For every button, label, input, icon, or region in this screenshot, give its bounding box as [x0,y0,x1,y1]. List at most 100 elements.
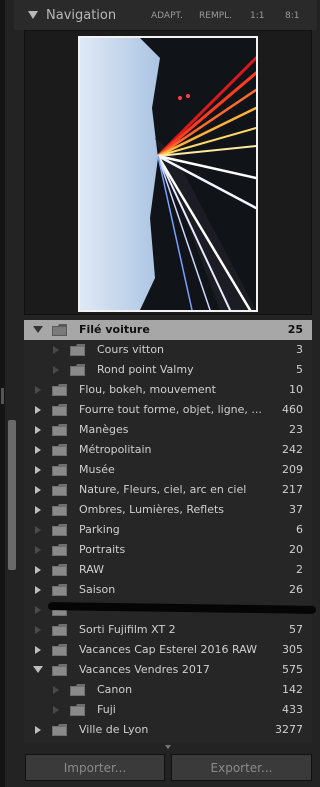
navigation-header[interactable]: Navigation ADAPT. REMPL. 1:1 8:1 [14,0,317,30]
photo-thumbnail[interactable] [78,36,258,312]
folder-name: RAW [79,563,104,576]
collapse-arrow-icon[interactable] [35,446,41,454]
folder-row[interactable]: Ville de Lyon 3277 [24,720,312,740]
folder-row[interactable]: Canon 142 [24,680,312,700]
zoom-fill-option[interactable]: REMPL. [199,11,232,21]
folder-count: 57 [289,623,303,636]
folder-count: 6 [296,523,303,536]
collapse-arrow-icon[interactable] [35,506,41,514]
folder-name: Flou, bokeh, mouvement [79,383,216,396]
folder-count: 242 [282,443,303,456]
collapse-triangle-icon[interactable] [28,11,38,19]
folder-name: Vacances Vendres 2017 [79,663,210,676]
folder-name: Parking [79,523,120,536]
folder-name: Fuji [97,703,116,716]
folder-row[interactable]: Vacances Cap Esterel 2016 RAW 305 [24,640,312,660]
folder-name: Ville de Lyon [79,723,149,736]
folder-row[interactable]: Vacances Vendres 2017 575 [24,660,312,680]
folder-count: 23 [289,423,303,436]
folder-icon [52,384,67,396]
export-button[interactable]: Exporter... [171,754,312,781]
folder-name: Filé voiture [79,323,150,336]
collapse-arrow-icon [53,706,59,714]
folder-count: 460 [282,403,303,416]
folder-name: Vacances Cap Esterel 2016 RAW [79,643,257,656]
expand-arrow-icon[interactable] [33,666,43,673]
collapse-arrow-icon[interactable] [35,406,41,414]
zoom-1-1-option[interactable]: 1:1 [250,11,264,21]
folder-icon [52,524,67,536]
folder-icon [70,364,85,376]
folder-row[interactable]: Flou, bokeh, mouvement 10 [24,380,312,400]
folder-count: 37 [289,503,303,516]
folder-count: 5 [296,363,303,376]
zoom-fit-option[interactable]: ADAPT. [151,11,183,21]
folder-count: 3277 [275,723,303,736]
folder-name: Cours vitton [97,343,165,356]
folder-row[interactable]: Nature, Fleurs, ciel, arc en ciel 217 [24,480,312,500]
collapse-arrow-icon[interactable] [35,646,41,654]
folder-count: 3 [296,343,303,356]
folder-icon [52,484,67,496]
zoom-8-1-option[interactable]: 8:1 [285,11,299,21]
folder-row[interactable]: Filé voiture 25 [24,320,312,340]
folder-row[interactable]: Portraits 20 [24,540,312,560]
folder-count: 25 [287,323,303,336]
folder-name: Métropolitain [79,443,152,456]
folder-count: 2 [296,563,303,576]
panel-resize-icon[interactable] [165,745,171,749]
folder-icon [52,504,67,516]
folder-count: 433 [282,703,303,716]
collapse-arrow-icon [35,626,41,634]
import-button[interactable]: Importer... [25,754,165,781]
folder-icon [52,664,67,676]
folder-icon [52,564,67,576]
folder-count: 305 [282,643,303,656]
folder-row[interactable]: Parking 6 [24,520,312,540]
collapse-arrow-icon[interactable] [35,466,41,474]
collapse-arrow-icon[interactable] [35,486,41,494]
panel-title: Navigation [46,7,117,23]
folder-icon [52,724,67,736]
collapse-arrow-icon[interactable] [35,726,41,734]
collapse-arrow-icon[interactable] [35,586,41,594]
folder-count: 26 [289,583,303,596]
folder-row[interactable]: Musée 209 [24,460,312,480]
folder-name: Musée [79,463,115,476]
folder-icon [52,404,67,416]
collapse-arrow-icon [53,686,59,694]
folder-count: 209 [282,463,303,476]
expand-arrow-icon[interactable] [33,326,43,333]
folder-row[interactable]: Rond point Valmy 5 [24,360,312,380]
folder-icon [52,544,67,556]
folder-icon [70,684,85,696]
folder-icon [52,444,67,456]
navigator-preview[interactable] [24,30,312,315]
folder-row[interactable]: Saison 26 [24,580,312,600]
scrollbar[interactable] [8,420,16,570]
folder-icon [52,464,67,476]
folder-row[interactable]: Sorti Fujifilm XT 2 57 [24,620,312,640]
folder-count: 10 [289,383,303,396]
folder-row[interactable]: Fuji 433 [24,700,312,720]
collapse-arrow-icon [35,386,41,394]
folder-row[interactable]: Fourre tout forme, objet, ligne, ... 460 [24,400,312,420]
folder-count: 142 [282,683,303,696]
collapse-arrow-icon[interactable] [35,566,41,574]
folder-icon [70,344,85,356]
collapse-arrow-icon[interactable] [35,426,41,434]
folder-row[interactable]: Cours vitton 3 [24,340,312,360]
folder-name: Portraits [79,543,126,556]
collapse-arrow-icon [35,546,41,554]
folder-row[interactable]: Métropolitain 242 [24,440,312,460]
folder-icon [52,324,67,336]
folder-row[interactable]: Ombres, Lumières, Reflets 37 [24,500,312,520]
folder-icon [52,644,67,656]
folder-row[interactable]: Manèges 23 [24,420,312,440]
folder-name: Manèges [79,423,129,436]
collapse-arrow-icon [35,526,41,534]
folder-count: 575 [282,663,303,676]
folder-name: Saison [79,583,116,596]
folder-row[interactable]: RAW 2 [24,560,312,580]
panel-collapse-handle[interactable] [1,388,4,404]
